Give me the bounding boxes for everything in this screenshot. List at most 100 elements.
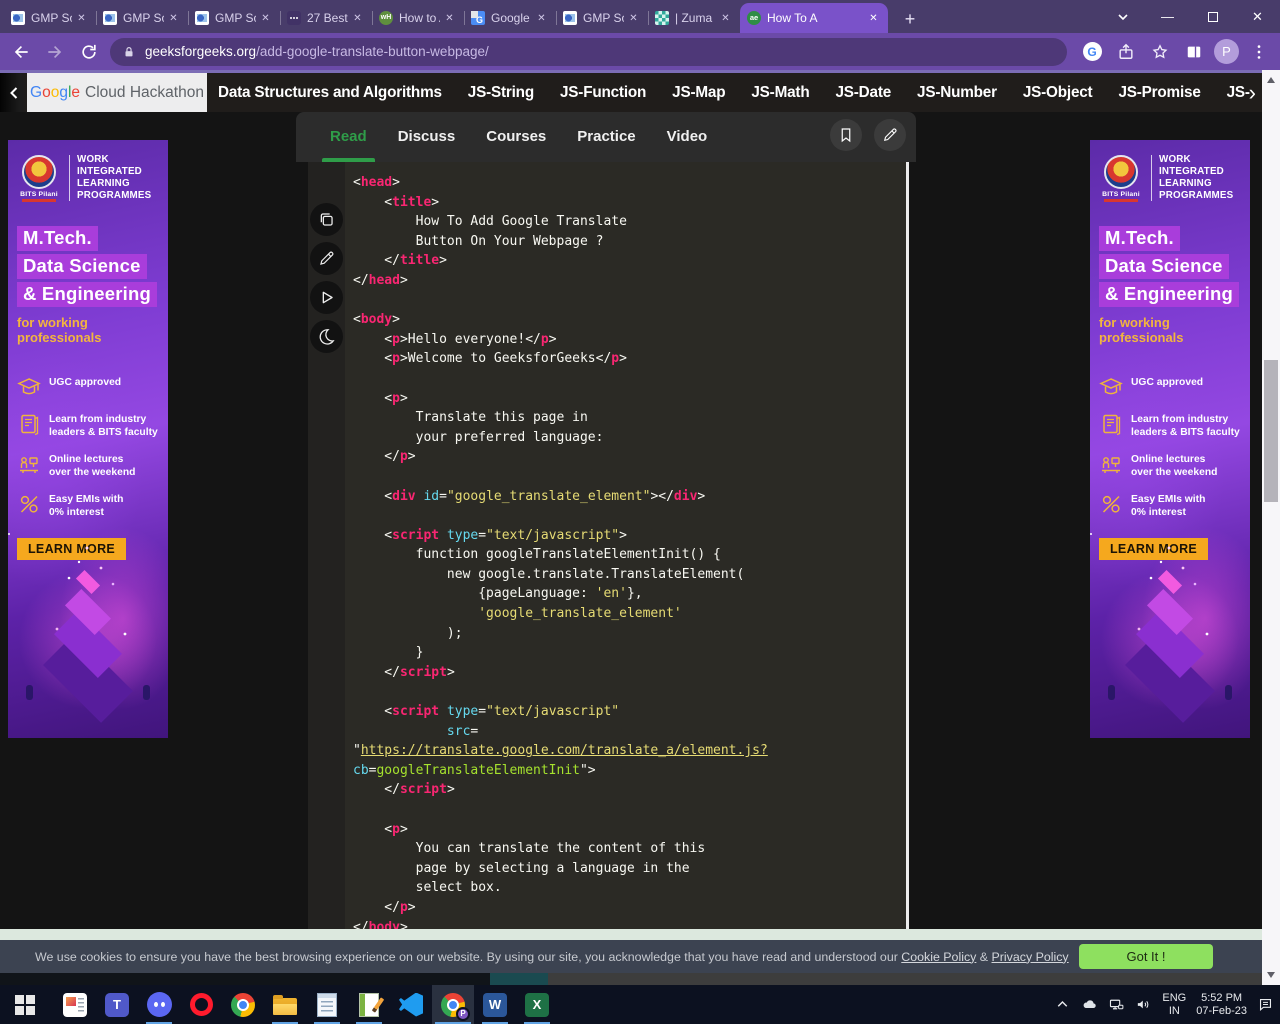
article-tab-read[interactable]: Read <box>330 112 367 162</box>
taskbar-vscode[interactable] <box>390 985 432 1024</box>
scroll-down-arrow[interactable] <box>1267 972 1275 978</box>
nav-item-js-promise[interactable]: JS-Promise <box>1118 84 1200 102</box>
browser-tab-7[interactable]: GMP Sof✕ <box>556 3 648 33</box>
taskbar-notepad[interactable] <box>306 985 348 1024</box>
screen: GMP Sof✕GMP Sof✕GMP Sof✕27 Best S✕How to… <box>0 0 1280 1024</box>
article-tab-video[interactable]: Video <box>667 112 708 162</box>
learn-more-button[interactable]: LEARN MORE <box>1099 538 1208 560</box>
taskbar-photos[interactable] <box>54 985 96 1024</box>
ad-bits-pilani-right[interactable]: BITS Pilani WORKINTEGRATEDLEARNINGPROGRA… <box>1090 140 1250 738</box>
article-tab-discuss[interactable]: Discuss <box>398 112 456 162</box>
code-line: You can translate the content of this <box>353 839 906 859</box>
taskbar-start[interactable] <box>4 985 46 1024</box>
nav-item-data-structures-and-algorithms[interactable]: Data Structures and Algorithms <box>218 84 442 102</box>
article-tab-courses[interactable]: Courses <box>486 112 546 162</box>
taskbar-file-explorer[interactable] <box>264 985 306 1024</box>
back-button[interactable] <box>4 35 38 69</box>
ad-divider <box>69 155 70 201</box>
taskbar-opera[interactable] <box>180 985 222 1024</box>
clock[interactable]: 5:52 PM07-Feb-23 <box>1196 992 1247 1018</box>
nav-item-js-object[interactable]: JS-Object <box>1023 84 1093 102</box>
bits-pilani-logo: BITS Pilani <box>16 155 62 202</box>
learn-more-button[interactable]: LEARN MORE <box>17 538 126 560</box>
reload-button[interactable] <box>72 35 106 69</box>
nav-scroll-right[interactable]: › <box>1249 73 1256 112</box>
ad-bits-pilani-left[interactable]: BITS Pilani WORKINTEGRATEDLEARNINGPROGRA… <box>8 140 168 738</box>
code-line: cb=googleTranslateElementInit"> <box>353 761 906 781</box>
tab-close-icon[interactable]: ✕ <box>258 13 273 24</box>
scrollbar-thumb[interactable] <box>1264 360 1278 502</box>
tab-close-icon[interactable]: ✕ <box>718 13 733 24</box>
browser-tab-3[interactable]: GMP Sof✕ <box>188 3 280 33</box>
cookie-accept-button[interactable]: Got It ! <box>1079 944 1213 969</box>
tab-search-chevron-icon[interactable] <box>1100 0 1145 33</box>
nav-item-js-function[interactable]: JS-Function <box>560 84 646 102</box>
nav-item-js-string[interactable]: JS-String <box>468 84 534 102</box>
volume-icon[interactable] <box>1135 996 1152 1013</box>
taskbar-excel[interactable]: X <box>516 985 558 1024</box>
nav-item-js-math[interactable]: JS-Math <box>751 84 809 102</box>
onedrive-icon[interactable] <box>1081 996 1098 1013</box>
restore-button[interactable] <box>1190 0 1235 33</box>
cookie-policy-link[interactable]: Cookie Policy <box>901 950 976 964</box>
tab-title: How to A <box>399 11 440 25</box>
copy-code-button[interactable] <box>310 203 343 236</box>
browser-tab-5[interactable]: How to A✕ <box>372 3 464 33</box>
bookmark-star-icon[interactable] <box>1143 35 1177 69</box>
nav-item-js-map[interactable]: JS-Map <box>672 84 725 102</box>
edit-code-button[interactable] <box>310 242 343 275</box>
tab-close-icon[interactable]: ✕ <box>442 13 457 24</box>
google-extension-icon[interactable]: G <box>1075 35 1109 69</box>
browser-tab-2[interactable]: GMP Sof✕ <box>96 3 188 33</box>
browser-tab-4[interactable]: 27 Best S✕ <box>280 3 372 33</box>
tab-close-icon[interactable]: ✕ <box>166 13 181 24</box>
dark-mode-button[interactable] <box>310 320 343 353</box>
taskbar-sticky-notes[interactable] <box>348 985 390 1024</box>
article-tab-practice[interactable]: Practice <box>577 112 635 162</box>
side-panel-icon[interactable] <box>1177 35 1211 69</box>
nav-item-js-number[interactable]: JS-Number <box>917 84 997 102</box>
taskbar-icons: T PWX <box>4 985 558 1024</box>
tray-expand-icon[interactable] <box>1054 996 1071 1013</box>
page-scrollbar[interactable] <box>1262 70 1280 985</box>
nav-scroll-left[interactable] <box>0 73 27 112</box>
nav-item-js-regexp[interactable]: JS-RegExp <box>1227 84 1250 102</box>
scroll-up-arrow[interactable] <box>1267 77 1275 83</box>
profile-avatar[interactable]: P <box>1214 39 1239 64</box>
lock-icon[interactable] <box>122 44 136 60</box>
browser-tab-1[interactable]: GMP Sof✕ <box>4 3 96 33</box>
browser-tab-8[interactable]: | Zuma P✕ <box>648 3 740 33</box>
minimize-button[interactable]: — <box>1145 0 1190 33</box>
bookmark-button[interactable] <box>830 119 862 151</box>
network-icon[interactable] <box>1108 996 1125 1013</box>
share-icon[interactable] <box>1109 35 1143 69</box>
forward-button[interactable] <box>38 35 72 69</box>
browser-tab-9[interactable]: How To A✕ <box>740 3 888 33</box>
nav-item-js-date[interactable]: JS-Date <box>835 84 891 102</box>
code-line: <title> <box>353 193 906 213</box>
tab-close-icon[interactable]: ✕ <box>534 13 549 24</box>
menu-dots-icon[interactable] <box>1242 35 1276 69</box>
code-block[interactable]: <head> <title> How To Add Google Transla… <box>345 162 909 929</box>
taskbar-chrome-profile[interactable]: P <box>432 985 474 1024</box>
taskbar-word[interactable]: W <box>474 985 516 1024</box>
tab-close-icon[interactable]: ✕ <box>74 13 89 24</box>
privacy-policy-link[interactable]: Privacy Policy <box>992 950 1069 964</box>
tab-close-icon[interactable]: ✕ <box>350 13 365 24</box>
language-indicator[interactable]: ENGIN <box>1162 992 1186 1018</box>
bits-logo-tagline-bar <box>1104 199 1138 202</box>
taskbar-chrome[interactable] <box>222 985 264 1024</box>
google-cloud-hackathon-banner[interactable]: GoogleCloud Hackathon <box>27 73 207 112</box>
tab-close-icon[interactable]: ✕ <box>626 13 641 24</box>
browser-tab-6[interactable]: Google T✕ <box>464 3 556 33</box>
close-window-button[interactable]: ✕ <box>1235 0 1280 33</box>
tab-close-icon[interactable]: ✕ <box>866 13 881 24</box>
run-code-button[interactable] <box>310 281 343 314</box>
bits-pilani-logo: BITS Pilani <box>1098 155 1144 202</box>
edit-button[interactable] <box>874 119 906 151</box>
new-tab-button[interactable]: + <box>896 5 924 33</box>
taskbar-discord[interactable] <box>138 985 180 1024</box>
taskbar-teams[interactable]: T <box>96 985 138 1024</box>
action-center-icon[interactable] <box>1257 996 1274 1013</box>
address-bar[interactable]: geeksforgeeks.org/add-google-translate-b… <box>110 38 1067 66</box>
